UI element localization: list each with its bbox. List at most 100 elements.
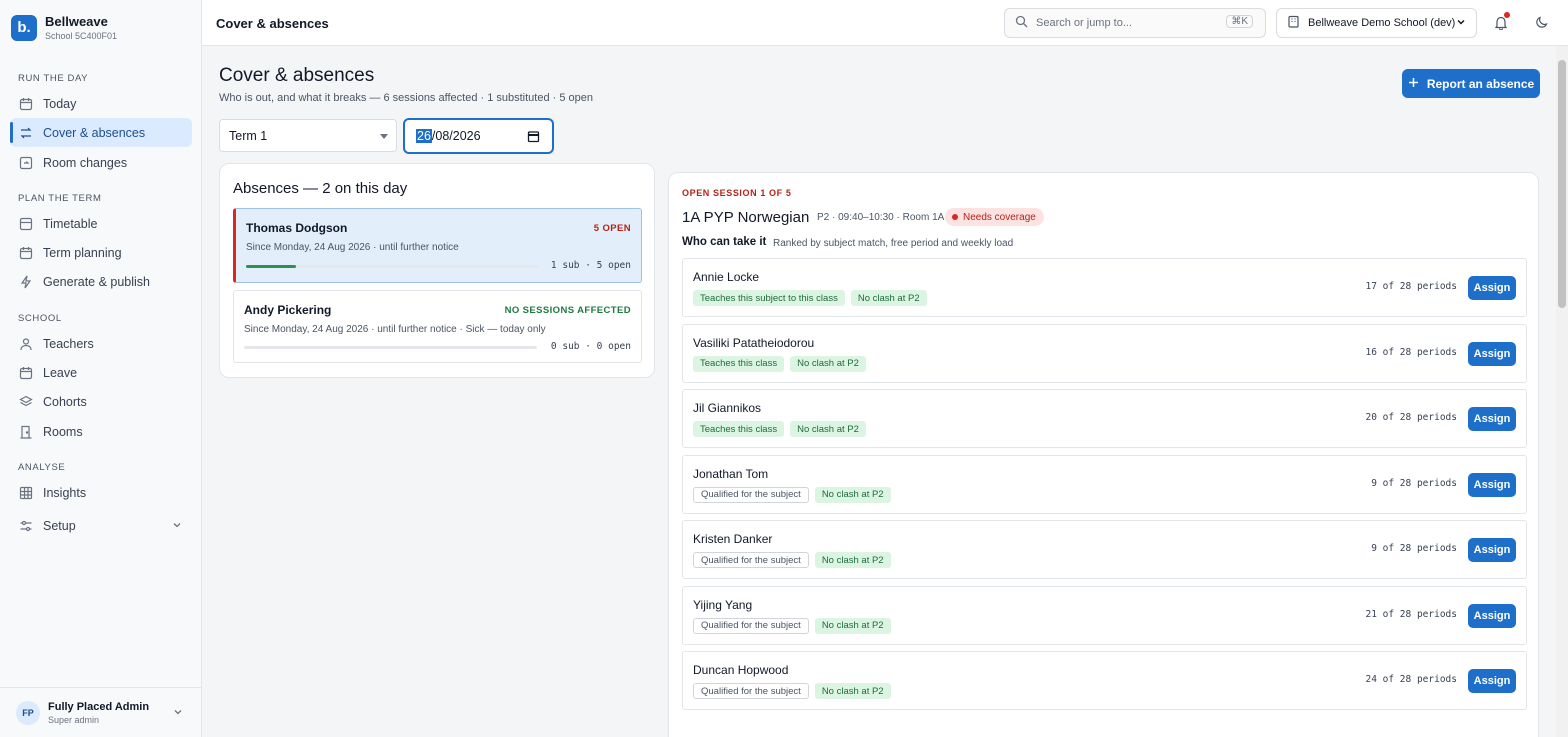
date-day-segment: 26 bbox=[416, 129, 432, 143]
brand[interactable]: b. Bellweave School 5C400F01 bbox=[11, 14, 117, 41]
sidebar-item-timetable[interactable]: Timetable bbox=[10, 209, 192, 238]
person-icon bbox=[19, 337, 33, 351]
session-panel: OPEN SESSION 1 OF 5 1A PYP Norwegian P2 … bbox=[668, 172, 1539, 737]
sidebar-item-leave[interactable]: Leave bbox=[10, 358, 192, 387]
chevron-down-icon bbox=[1456, 17, 1466, 30]
assign-button[interactable]: Assign bbox=[1468, 603, 1516, 628]
candidate-chips: Qualified for the subject No clash at P2 bbox=[693, 683, 891, 699]
sidebar-item-cohorts[interactable]: Cohorts bbox=[10, 387, 192, 416]
candidate-load: 9 of 28 periods bbox=[1371, 543, 1457, 554]
search-placeholder: Search or jump to... bbox=[1036, 17, 1132, 29]
nav-section-school: SCHOOL bbox=[18, 313, 62, 324]
sidebar-item-label: Timetable bbox=[43, 216, 98, 231]
page-title: Cover & absences bbox=[219, 65, 375, 86]
absence-card-thomas-dodgson[interactable]: Thomas Dodgson 5 OPEN Since Monday, 24 A… bbox=[233, 208, 642, 283]
calendar-icon bbox=[19, 246, 33, 260]
notification-dot bbox=[1504, 12, 1510, 18]
candidate-name: Kristen Danker bbox=[693, 532, 773, 546]
sliders-icon bbox=[19, 519, 33, 533]
sidebar-item-room-changes[interactable]: Room changes bbox=[10, 148, 192, 177]
sidebar-item-cover-absences[interactable]: Cover & absences bbox=[10, 118, 192, 147]
nav-section-plan-the-term: PLAN THE TERM bbox=[18, 193, 102, 204]
term-select[interactable]: Term 1 bbox=[219, 119, 397, 152]
candidate-chip: No clash at P2 bbox=[814, 552, 891, 568]
calendar-picker-icon[interactable] bbox=[527, 130, 540, 146]
candidate-name: Yijing Yang bbox=[693, 597, 753, 612]
sidebar-item-label: Leave bbox=[43, 365, 78, 380]
user-name: Fully Placed Admin bbox=[48, 700, 150, 713]
candidate-row: Vasiliki Patatheiodorou Teaches this clas… bbox=[682, 323, 1527, 383]
absence-meta: Since Monday, 24 Aug 2026 · until furthe… bbox=[244, 324, 546, 335]
sidebar: b. Bellweave School 5C400F01 RUN THE DAY… bbox=[0, 0, 202, 737]
absence-count: 1 sub · 5 open bbox=[550, 260, 631, 271]
candidate-name: Duncan Hopwood bbox=[693, 663, 789, 677]
date-input[interactable]: 26/08/2026 bbox=[403, 118, 554, 154]
calendar-icon bbox=[19, 366, 33, 380]
absence-meta: Since Monday, 24 Aug 2026 · until furthe… bbox=[246, 242, 459, 253]
candidate-chip: Teaches this class bbox=[693, 355, 785, 372]
candidate-load: 24 of 28 periods bbox=[1365, 674, 1457, 685]
school-selector-label: Bellweave Demo School (dev) bbox=[1308, 17, 1456, 29]
school-code: School 5C400F01 bbox=[45, 31, 118, 41]
sidebar-item-label: Term planning bbox=[43, 245, 122, 260]
needs-coverage-badge: Needs coverage bbox=[945, 208, 1044, 226]
absence-progress-bar bbox=[244, 346, 537, 349]
chevron-down-icon bbox=[172, 519, 182, 533]
absence-status-badge: 5 OPEN bbox=[593, 223, 631, 234]
sidebar-item-teachers[interactable]: Teachers bbox=[10, 329, 192, 358]
absence-count: 0 sub · 0 open bbox=[550, 341, 631, 352]
candidate-row: Jonathan Tom Qualified for the subject No … bbox=[682, 454, 1527, 514]
scrollbar-thumb[interactable] bbox=[1558, 60, 1566, 308]
candidate-chip: Teaches this class bbox=[693, 421, 785, 437]
sidebar-item-label: Cohorts bbox=[43, 394, 87, 409]
nav-section-analyse: ANALYSE bbox=[18, 462, 66, 473]
candidate-chip: No clash at P2 bbox=[790, 355, 866, 372]
absence-card-andy-pickering[interactable]: Andy Pickering NO SESSIONS AFFECTED Sinc… bbox=[233, 290, 642, 363]
candidate-row: Annie Locke Teaches this subject to this … bbox=[682, 258, 1527, 317]
absence-status-badge: NO SESSIONS AFFECTED bbox=[504, 305, 631, 316]
assign-button[interactable]: Assign bbox=[1468, 538, 1516, 562]
absence-progress-bar bbox=[246, 265, 539, 268]
sidebar-item-label: Today bbox=[43, 96, 77, 111]
school-selector[interactable]: Bellweave Demo School (dev) bbox=[1276, 8, 1477, 38]
session-kicker: OPEN SESSION 1 OF 5 bbox=[682, 188, 792, 198]
report-absence-button[interactable]: Report an absence bbox=[1402, 69, 1540, 98]
assign-button[interactable]: Assign bbox=[1468, 407, 1516, 431]
assign-button[interactable]: Assign bbox=[1468, 341, 1516, 366]
sidebar-item-label: Generate & publish bbox=[43, 274, 151, 289]
candidate-chip: Teaches this subject to this class bbox=[693, 290, 845, 306]
absences-panel: Absences — 2 on this day Thomas Dodgson … bbox=[219, 163, 655, 378]
term-select-value: Term 1 bbox=[229, 128, 268, 143]
absence-progress-fill bbox=[246, 265, 296, 268]
candidate-row: Kristen Danker Qualified for the subject N… bbox=[682, 520, 1527, 579]
candidate-row: Duncan Hopwood Qualified for the subject N… bbox=[682, 651, 1527, 710]
timetable-icon bbox=[19, 217, 33, 231]
sidebar-item-term-planning[interactable]: Term planning bbox=[10, 238, 192, 267]
brand-logo: b. bbox=[11, 14, 37, 41]
assign-button[interactable]: Assign bbox=[1468, 669, 1516, 693]
grid-icon bbox=[19, 486, 33, 500]
sidebar-item-label: Rooms bbox=[43, 424, 83, 439]
candidate-chip: Qualified for the subject bbox=[693, 486, 809, 503]
chevron-down-icon bbox=[173, 705, 183, 720]
user-menu[interactable]: FP Fully Placed Admin Super admin bbox=[0, 687, 201, 737]
search-input[interactable]: Search or jump to... ⌘K bbox=[1004, 8, 1266, 38]
bolt-icon bbox=[19, 275, 33, 289]
sidebar-item-setup[interactable]: Setup bbox=[10, 511, 192, 540]
sidebar-item-generate-publish[interactable]: Generate & publish bbox=[10, 267, 192, 296]
sidebar-item-insights[interactable]: Insights bbox=[10, 478, 192, 507]
sidebar-item-rooms[interactable]: Rooms bbox=[10, 417, 192, 446]
sidebar-item-today[interactable]: Today bbox=[10, 89, 192, 118]
session-meta: P2 · 09:40–10:30 · Room 1A bbox=[817, 212, 945, 223]
candidate-row: Jil Giannikos Teaches this class No clash … bbox=[682, 389, 1527, 448]
sidebar-item-label: Room changes bbox=[43, 155, 128, 170]
notifications-bell-icon[interactable] bbox=[1494, 12, 1510, 33]
theme-toggle-moon-icon[interactable] bbox=[1535, 15, 1549, 32]
candidate-load: 9 of 28 periods bbox=[1371, 477, 1457, 489]
page-scrollbar[interactable] bbox=[1556, 46, 1568, 737]
assign-button[interactable]: Assign bbox=[1468, 276, 1516, 300]
candidate-chip: No clash at P2 bbox=[814, 617, 891, 634]
candidate-load: 16 of 28 periods bbox=[1365, 346, 1457, 358]
assign-button[interactable]: Assign bbox=[1468, 472, 1516, 497]
layers-icon bbox=[19, 395, 33, 409]
